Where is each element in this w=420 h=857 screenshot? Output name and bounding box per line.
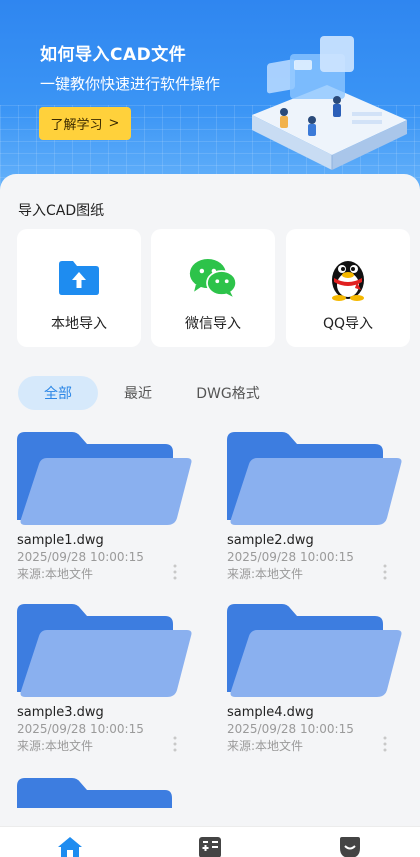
banner-title: 如何导入CAD文件 — [40, 45, 187, 65]
home-icon — [58, 837, 82, 857]
folder-icon — [17, 432, 192, 525]
tutorial-illustration — [252, 36, 407, 170]
folder-icon — [17, 604, 192, 697]
more-vertical-icon[interactable] — [173, 564, 177, 580]
nav-tools[interactable] — [180, 827, 240, 857]
folder-icon — [227, 432, 402, 525]
file-source: 来源:本地文件 — [227, 567, 304, 581]
tools-icon — [199, 837, 221, 857]
learn-more-button[interactable]: 了解学习 > — [39, 107, 131, 140]
local-import-label: 本地导入 — [51, 316, 107, 332]
learn-more-label: 了解学习 — [50, 118, 103, 133]
wechat-import-card[interactable]: 微信导入 — [151, 229, 275, 347]
more-vertical-icon[interactable] — [173, 736, 177, 752]
file-time: 2025/09/28 10:00:15 — [17, 722, 144, 736]
qq-import-card[interactable]: QQ导入 — [286, 229, 410, 347]
file-item[interactable]: sample3.dwg 2025/09/28 10:00:15 来源:本地文件 — [17, 602, 197, 754]
filter-tabs: 全部 最近 DWG格式 — [18, 376, 278, 410]
more-vertical-icon[interactable] — [383, 564, 387, 580]
local-import-card[interactable]: 本地导入 — [17, 229, 141, 347]
upload-folder-icon — [55, 253, 103, 301]
file-item[interactable]: sample1.dwg 2025/09/28 10:00:15 来源:本地文件 — [17, 430, 197, 582]
banner-subtitle: 一键教你快速进行软件操作 — [40, 75, 221, 93]
profile-icon — [340, 837, 360, 857]
file-name: sample2.dwg — [227, 533, 314, 548]
file-source: 来源:本地文件 — [227, 739, 304, 753]
qq-import-label: QQ导入 — [322, 316, 374, 332]
file-time: 2025/09/28 10:00:15 — [227, 550, 354, 564]
tab-all[interactable]: 全部 — [18, 376, 98, 410]
folder-icon[interactable] — [17, 776, 172, 808]
file-name: sample4.dwg — [227, 705, 314, 720]
file-name: sample1.dwg — [17, 533, 104, 548]
file-item[interactable]: sample4.dwg 2025/09/28 10:00:15 来源:本地文件 — [227, 602, 407, 754]
folder-icon — [227, 604, 402, 697]
file-item[interactable]: sample2.dwg 2025/09/28 10:00:15 来源:本地文件 — [227, 430, 407, 582]
wechat-import-label: 微信导入 — [185, 316, 241, 332]
file-time: 2025/09/28 10:00:15 — [17, 550, 144, 564]
file-time: 2025/09/28 10:00:15 — [227, 722, 354, 736]
nav-profile[interactable] — [320, 827, 380, 857]
more-vertical-icon[interactable] — [383, 736, 387, 752]
banner[interactable]: 如何导入CAD文件 一键教你快速进行软件操作 了解学习 > — [0, 0, 420, 200]
bottom-navigation — [0, 826, 420, 857]
wechat-icon — [189, 253, 237, 301]
file-source: 来源:本地文件 — [17, 567, 94, 581]
qq-penguin-icon — [324, 253, 372, 301]
main-content: 导入CAD图纸 本地导入 微信导入 QQ导入 全部 最近 DWG格式 sampl… — [0, 174, 420, 829]
file-source: 来源:本地文件 — [17, 739, 94, 753]
chevron-right-icon: > — [108, 116, 120, 131]
tab-dwg-format[interactable]: DWG格式 — [178, 376, 278, 410]
import-section-title: 导入CAD图纸 — [18, 203, 105, 219]
file-name: sample3.dwg — [17, 705, 104, 720]
nav-home[interactable] — [40, 827, 100, 857]
tab-recent[interactable]: 最近 — [98, 376, 178, 410]
